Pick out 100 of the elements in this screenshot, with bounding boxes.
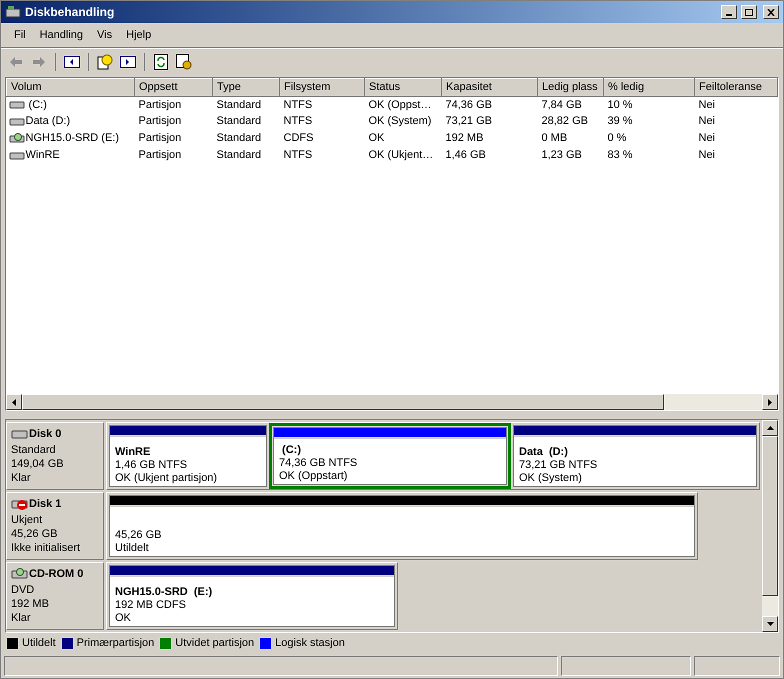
column-header[interactable]: Feiltoleranse — [694, 78, 778, 96]
disk-info: 149,04 GB — [11, 456, 65, 470]
legend-label: Logisk stasjon — [275, 636, 345, 651]
disk-info: DVD — [11, 582, 36, 596]
table-cell-text: Nei — [698, 149, 716, 162]
partition-name: Data (D:) — [519, 446, 569, 459]
table-cell-text: NTFS — [282, 115, 314, 128]
window-title: Diskbehandling — [25, 4, 116, 21]
scroll-thumb[interactable] — [22, 394, 664, 410]
table-cell-text: (C:) — [28, 98, 47, 112]
disk-label-panel[interactable]: Disk 1 Ukjent 45,26 GB Ikke initialisert — [6, 492, 104, 560]
minimize-button[interactable] — [721, 5, 737, 19]
disk-info: Klar — [11, 470, 32, 484]
partition-info: 1,46 GB NTFS — [115, 459, 188, 472]
disk-label-panel[interactable]: Disk 0 Standard 149,04 GB Klar — [6, 422, 104, 490]
column-header[interactable]: Status — [364, 78, 442, 96]
back-arrow-icon — [10, 56, 22, 66]
table-cell-text: NGH15.0-SRD (E:) — [26, 131, 120, 146]
column-header[interactable]: Filsystem — [280, 78, 364, 96]
disk-label-panel[interactable]: CD-ROM 0 DVD 192 MB Klar — [6, 562, 104, 630]
menu-item[interactable]: Vis — [90, 26, 120, 44]
partition-info: 192 MB CDFS — [115, 599, 187, 612]
column-header[interactable]: Oppsett — [134, 78, 212, 96]
partition-info: OK (System) — [519, 472, 583, 485]
table-cell-text: Partisjon — [138, 149, 182, 162]
table-cell-text: 73,21 GB — [444, 115, 493, 128]
table-cell-text: 39 % — [606, 115, 634, 128]
menu-item[interactable]: Hjelp — [119, 26, 158, 44]
partition-block[interactable]: (C:) 74,36 GB NTFS OK (Oppstart) — [273, 427, 507, 485]
table-cell-text: Partisjon — [138, 98, 182, 110]
table-cell-text: NTFS — [282, 98, 314, 110]
partition-info: OK (Ukjent partisjon) — [115, 472, 218, 485]
help-icon — [97, 54, 113, 70]
vertical-scrollbar[interactable] — [762, 420, 778, 632]
column-header[interactable]: Kapasitet — [442, 78, 538, 96]
disk-info: Klar — [11, 610, 32, 624]
table-cell-text: OK — [368, 132, 386, 144]
column-header[interactable]: Volum — [6, 78, 134, 96]
partition-info: 74,36 GB NTFS — [279, 457, 358, 470]
scroll-right-button[interactable] — [762, 394, 778, 410]
table-cell-text: 1,23 GB — [540, 149, 583, 162]
disk-name: Disk 1 — [29, 497, 62, 512]
horizontal-scrollbar[interactable] — [6, 394, 778, 410]
table-cell-text: Standard — [216, 132, 262, 144]
drive-icon — [8, 98, 24, 111]
partition-info: OK (Oppstart) — [279, 470, 348, 483]
maximize-button[interactable] — [741, 5, 757, 19]
disk-info: Ikke initialisert — [11, 540, 82, 554]
right-arrow-icon — [768, 398, 772, 406]
panel-icon — [64, 56, 80, 68]
cd-drive-icon — [8, 132, 24, 144]
disk-name: Disk 0 — [29, 427, 62, 442]
disk-info: 192 MB — [11, 596, 50, 610]
table-cell-text: OK (Ukjent… — [368, 149, 434, 162]
scroll-thumb[interactable] — [762, 436, 778, 596]
scroll-down-button[interactable] — [762, 616, 778, 632]
app-icon — [5, 5, 21, 19]
table-cell-text: 192 MB — [444, 132, 484, 144]
partition-info: 73,21 GB NTFS — [519, 459, 598, 472]
table-cell-text: Standard — [216, 98, 262, 110]
partition-block[interactable]: WinRE 1,46 GB NTFS OK (Ukjent partisjon) — [109, 425, 267, 487]
table-cell-text: Standard — [216, 115, 262, 128]
column-header[interactable]: Type — [212, 78, 280, 96]
table-cell-text: 10 % — [606, 98, 634, 110]
table-cell-text: CDFS — [282, 132, 314, 144]
close-button[interactable] — [763, 5, 779, 19]
table-cell-text: 0 % — [606, 132, 628, 144]
column-header[interactable]: Ledig plass — [538, 78, 604, 96]
table-cell-text: NTFS — [282, 149, 314, 162]
menu-item[interactable]: Fil — [7, 26, 33, 44]
drive-icon — [8, 150, 24, 162]
scroll-left-button[interactable] — [6, 394, 22, 410]
menu-item[interactable]: Handling — [32, 26, 90, 44]
table-cell-text: Partisjon — [138, 115, 182, 128]
cd-drive-icon — [11, 568, 29, 581]
disk-info: Standard — [11, 442, 57, 456]
table-cell-text: Data (D:) — [26, 114, 70, 130]
partition-block[interactable]: Data (D:) 73,21 GB NTFS OK (System) — [513, 425, 757, 487]
drive-icon — [8, 116, 24, 128]
table-cell-text: Nei — [698, 98, 716, 110]
table-cell-text: Nei — [698, 132, 716, 144]
partition-name: NGH15.0-SRD (E:) — [115, 586, 214, 599]
refresh-icon — [154, 54, 168, 70]
table-cell-text: 74,36 GB — [444, 98, 493, 110]
partition-name: (C:) — [281, 444, 302, 457]
close-icon — [767, 8, 775, 16]
legend-label: Utvidet partisjon — [175, 636, 254, 651]
partition-block[interactable]: NGH15.0-SRD (E:) 192 MB CDFS OK — [109, 565, 395, 627]
table-cell-text: Nei — [698, 115, 716, 128]
partition-block[interactable]: 45,26 GB Utildelt — [109, 495, 695, 557]
table-cell-text: OK (System) — [368, 115, 432, 128]
maximize-icon — [745, 8, 753, 16]
partition-info: 45,26 GB — [115, 529, 162, 542]
table-cell-text: 28,82 GB — [540, 115, 589, 128]
column-header[interactable]: % ledig — [604, 78, 694, 96]
partition-info: OK — [115, 612, 132, 625]
table-cell-text: 7,84 GB — [540, 98, 583, 110]
partition-name: WinRE — [115, 446, 152, 459]
partition-info: Utildelt — [115, 542, 150, 555]
scroll-up-button[interactable] — [762, 420, 778, 436]
